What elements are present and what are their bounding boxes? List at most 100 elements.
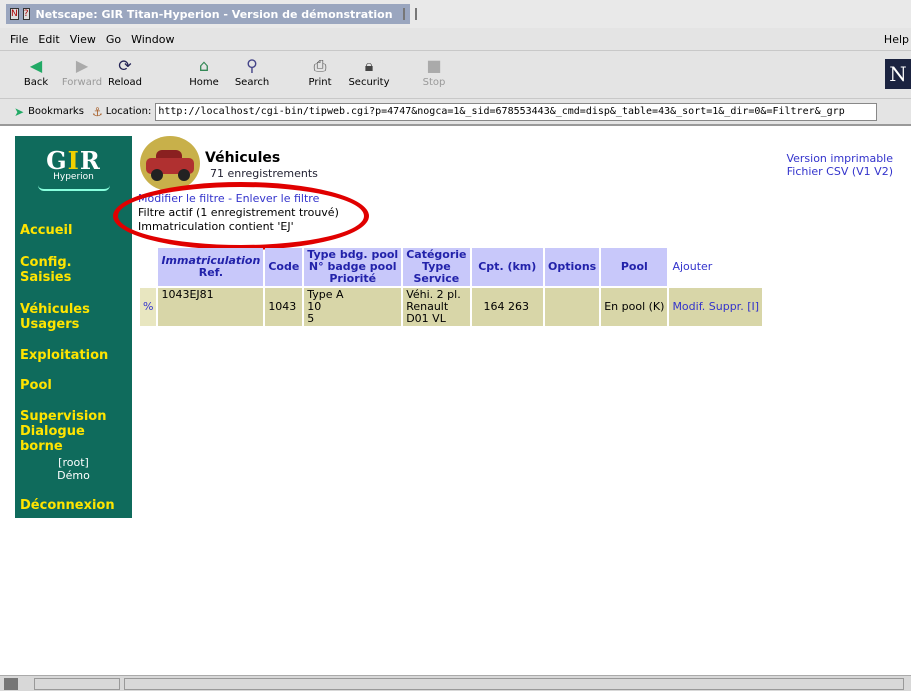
highlight-oval (113, 182, 369, 250)
progress-field (34, 678, 120, 690)
menu-window[interactable]: Window (131, 33, 174, 46)
status-message-field (124, 678, 904, 690)
sidebar: GIR Hyperion Accueil Config. Saisies Véhi… (15, 136, 132, 518)
header-badge[interactable]: Type bdg. pool N° badge pool Priorité (304, 248, 402, 286)
vehicles-table: Immatriculation Ref. Code Type bdg. pool N… (138, 246, 764, 328)
window-title: Netscape: GIR Titan-Hyperion - Version d… (35, 7, 393, 21)
sidebar-item-label: Pool (20, 378, 52, 393)
logo-product: Hyperion (53, 172, 94, 182)
stop-icon: ■ (426, 56, 442, 75)
sidebar-item-label: Usagers (20, 317, 80, 332)
cell-badge: Type A 10 5 (304, 288, 402, 326)
export-links: Version imprimable Fichier CSV (V1 V2) (786, 152, 893, 178)
cell-service: D01 VL (406, 312, 446, 325)
menu-file[interactable]: File (10, 33, 28, 46)
sidebar-item-pool[interactable]: Pool (20, 378, 52, 393)
row-marker[interactable]: % (140, 288, 157, 326)
search-button[interactable]: ⚲ Search (228, 55, 276, 88)
vehicle-car-icon (140, 136, 200, 191)
cell-counter: 164 263 (471, 288, 544, 326)
reload-icon: ⟳ (118, 56, 132, 75)
status-bar (0, 675, 911, 691)
page-content: GIR Hyperion Accueil Config. Saisies Véhi… (0, 124, 911, 675)
menu-go[interactable]: Go (106, 33, 121, 46)
security-status-icon[interactable] (4, 678, 18, 690)
url-input[interactable]: http://localhost/cgi-bin/tipweb.cgi?p=47… (155, 102, 878, 121)
sidebar-item-label: Saisies (20, 270, 72, 285)
cell-priorite: 5 (307, 312, 315, 325)
bookmarks-button[interactable]: Bookmarks (28, 106, 84, 117)
cell-options (545, 288, 600, 326)
logout-link[interactable]: Déconnexion (20, 498, 115, 513)
printable-version-link[interactable]: Version imprimable (786, 152, 893, 165)
stop-label: Stop (422, 77, 446, 88)
cell-pool: En pool (K) (601, 288, 668, 326)
header-category[interactable]: Catégorie Type Service (403, 248, 470, 286)
logo-track-icon (37, 185, 110, 191)
logo-brand-accent: I (67, 146, 80, 175)
location-label: Location: (105, 106, 152, 117)
sidebar-item-exploitation[interactable]: Exploitation (20, 348, 108, 363)
header-blank (140, 248, 157, 286)
csv-file-link[interactable]: Fichier CSV (V1 V2) (787, 165, 893, 178)
menu-help[interactable]: Help (884, 33, 909, 46)
maximize-button[interactable] (414, 8, 417, 20)
forward-button[interactable]: ▶ Forward (58, 55, 106, 88)
header-badge-line3: Priorité (329, 272, 377, 285)
sidebar-item-label: Dialogue borne (20, 424, 85, 454)
reload-button[interactable]: ⟳ Reload (101, 55, 149, 88)
header-add: Ajouter (669, 248, 763, 286)
location-bar: ➤ Bookmarks ⚓ Location: http://localhost… (0, 98, 911, 124)
header-counter[interactable]: Cpt. (km) (471, 248, 544, 286)
user-role: [root] (58, 456, 89, 469)
sidebar-item-label: Config. (20, 255, 72, 270)
sidebar-item-config[interactable]: Config. Saisies (20, 255, 72, 285)
table-row: % 1043EJ81 1043 Type A 10 5 Véhi. 2 pl. Ren… (140, 288, 763, 326)
home-button[interactable]: ⌂ Home (180, 55, 228, 88)
sidebar-item-vehicules[interactable]: Véhicules Usagers (20, 302, 90, 332)
menu-edit[interactable]: Edit (38, 33, 59, 46)
add-link[interactable]: Ajouter (672, 260, 712, 273)
cell-category: Véhi. 2 pl. Renault D01 VL (403, 288, 470, 326)
security-button[interactable]: 🔒︎ Security (345, 55, 393, 88)
security-label: Security (348, 77, 390, 88)
cell-code: 1043 (265, 288, 303, 326)
menu-view[interactable]: View (70, 33, 96, 46)
netscape-small-icon[interactable]: N (10, 8, 19, 20)
table-header-row: Immatriculation Ref. Code Type bdg. pool N… (140, 248, 763, 286)
stop-button[interactable]: ■ Stop (410, 55, 458, 88)
search-label: Search (234, 77, 270, 88)
header-pool[interactable]: Pool (601, 248, 668, 286)
back-button[interactable]: ◀ Back (12, 55, 60, 88)
menu-bar: File Edit View Go Window Help (0, 28, 911, 50)
navigation-toolbar: ◀ Back ▶ Forward ⟳ Reload ⌂ Home ⚲ Searc… (0, 50, 911, 98)
page-title: Véhicules (205, 150, 281, 166)
logo-brand: GIR (15, 146, 132, 175)
help-small-icon[interactable]: ? (22, 8, 30, 20)
header-ref[interactable]: Immatriculation Ref. (158, 248, 264, 286)
cell-actions: Modif. Suppr. [I] (669, 288, 763, 326)
current-user: [root] Démo (15, 456, 132, 482)
sidebar-item-supervision[interactable]: Supervision Dialogue borne (20, 409, 132, 454)
sidebar-item-label: Supervision (20, 409, 107, 424)
home-icon: ⌂ (198, 56, 210, 75)
header-options[interactable]: Options (545, 248, 600, 286)
lock-icon: 🔒︎ (364, 56, 374, 75)
cell-ref: 1043EJ81 (158, 288, 264, 326)
record-count: 71 enregistrements (210, 167, 318, 180)
search-icon: ⚲ (246, 56, 258, 75)
bookmark-icon[interactable]: ➤ (14, 105, 24, 119)
header-code[interactable]: Code (265, 248, 303, 286)
sidebar-item-accueil[interactable]: Accueil (20, 223, 72, 238)
print-icon: ⎙ (313, 56, 327, 75)
print-button[interactable]: ⎙ Print (296, 55, 344, 88)
window-titlebar: N ? Netscape: GIR Titan-Hyperion - Versi… (0, 0, 911, 28)
location-icon[interactable]: ⚓ (92, 105, 103, 119)
info-link[interactable]: [I] (747, 300, 759, 313)
minimize-button[interactable] (402, 8, 405, 20)
forward-arrow-icon: ▶ (75, 56, 89, 75)
titlebar-active[interactable]: N ? Netscape: GIR Titan-Hyperion - Versi… (6, 4, 417, 24)
modify-link[interactable]: Modif. (672, 300, 705, 313)
delete-link[interactable]: Suppr. (709, 300, 744, 313)
print-label: Print (308, 77, 332, 88)
